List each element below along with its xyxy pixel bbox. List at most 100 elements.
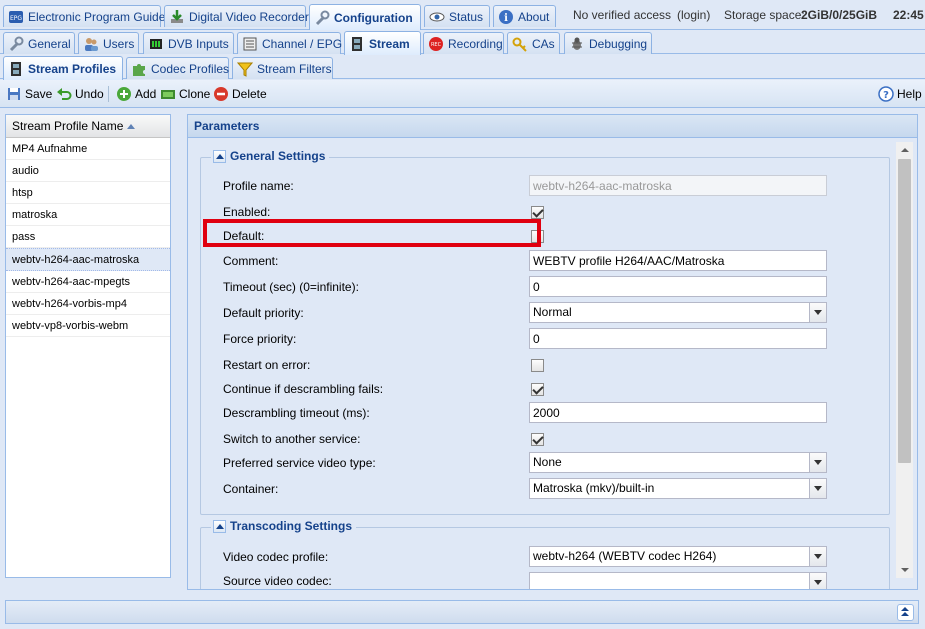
table-row[interactable]: matroska: [6, 204, 170, 226]
tab-label: DVB Inputs: [168, 36, 229, 51]
delete-label: Delete: [232, 87, 267, 101]
tab-cas[interactable]: CAs: [507, 32, 560, 54]
help-icon: ?: [878, 86, 894, 102]
epg-icon: EPG: [8, 9, 24, 25]
key-icon: [512, 36, 528, 52]
tab-stream[interactable]: Stream: [344, 31, 421, 55]
tab-dvr[interactable]: Digital Video Recorder: [164, 5, 309, 27]
tab-users[interactable]: Users: [78, 32, 139, 54]
tab-debugging[interactable]: Debugging: [564, 32, 652, 54]
bug-icon: [569, 36, 585, 52]
channel-icon: [242, 36, 258, 52]
tab-channel-epg[interactable]: Channel / EPG: [237, 32, 343, 54]
tab-stream-profiles[interactable]: Stream Profiles: [3, 56, 123, 80]
stream-tab-bar: Stream Profiles Codec Profiles Stream Fi…: [0, 55, 925, 80]
restart-checkbox[interactable]: [531, 359, 544, 372]
comment-field[interactable]: [529, 250, 827, 271]
chevron-down-icon[interactable]: [809, 479, 826, 498]
parameters-panel: Parameters General Settings Profile name…: [187, 114, 918, 590]
tab-general[interactable]: General: [3, 32, 75, 54]
continue-checkbox[interactable]: [531, 383, 544, 396]
profile-name-field[interactable]: [529, 175, 827, 196]
scroll-up-icon[interactable]: [896, 142, 913, 158]
descramble-timeout-label: Descrambling timeout (ms):: [223, 406, 370, 420]
main-tab-bar: EPG Electronic Program Guide Digital Vid…: [0, 0, 925, 30]
profile-name-label: Profile name:: [223, 179, 294, 193]
tab-about[interactable]: i About: [493, 5, 556, 27]
undo-button[interactable]: Undo: [56, 85, 104, 103]
params-scrollbar[interactable]: [896, 142, 913, 578]
tab-stream-filters[interactable]: Stream Filters: [232, 57, 333, 79]
tab-epg[interactable]: EPG Electronic Program Guide: [3, 5, 165, 27]
undo-label: Undo: [75, 87, 104, 101]
wrench-icon: [8, 36, 24, 52]
chevron-down-icon[interactable]: [809, 547, 826, 566]
table-row-selected[interactable]: webtv-h264-aac-matroska: [6, 248, 170, 271]
source-codec-label: Source video codec:: [223, 574, 332, 588]
clone-button[interactable]: Clone: [160, 85, 210, 103]
login-link[interactable]: (login): [677, 8, 710, 22]
tab-configuration[interactable]: Configuration: [309, 4, 421, 30]
tab-recording[interactable]: REC Recording: [423, 32, 504, 54]
chevron-down-icon[interactable]: [809, 573, 826, 589]
storage-value: 2GiB/0/25GiB: [801, 8, 878, 22]
video-type-label: Preferred service video type:: [223, 456, 376, 470]
eye-icon: [429, 9, 445, 25]
info-icon: i: [498, 9, 514, 25]
source-codec-select[interactable]: [529, 572, 827, 589]
tab-label: Recording: [448, 36, 503, 51]
switch-service-checkbox[interactable]: [531, 433, 544, 446]
help-button[interactable]: ? Help: [878, 85, 922, 103]
add-button[interactable]: Add: [116, 85, 156, 103]
table-row[interactable]: webtv-vp8-vorbis-webm: [6, 315, 170, 337]
collapse-icon[interactable]: [213, 149, 226, 163]
tab-dvb-inputs[interactable]: DVB Inputs: [143, 32, 234, 54]
select-value: Normal: [533, 305, 572, 319]
tab-label: Codec Profiles: [151, 61, 230, 76]
container-select[interactable]: Matroska (mkv)/built-in: [529, 478, 827, 499]
timeout-field[interactable]: [529, 276, 827, 297]
table-row[interactable]: webtv-h264-aac-mpegts: [6, 271, 170, 293]
grid-column-header[interactable]: Stream Profile Name: [6, 115, 170, 138]
transcoding-settings-legend: Transcoding Settings: [211, 519, 357, 533]
clock: 22:45: [893, 8, 924, 22]
expand-up-icon[interactable]: [897, 604, 914, 621]
table-row[interactable]: htsp: [6, 182, 170, 204]
scroll-thumb[interactable]: [898, 159, 911, 463]
collapse-icon[interactable]: [213, 519, 226, 533]
tab-label: About: [518, 9, 550, 24]
select-value: webtv-h264 (WEBTV codec H264): [533, 549, 717, 563]
default-priority-select[interactable]: Normal: [529, 302, 827, 323]
tab-label: Electronic Program Guide: [28, 9, 166, 24]
table-row[interactable]: webtv-h264-vorbis-mp4: [6, 293, 170, 315]
delete-button[interactable]: Delete: [213, 85, 267, 103]
switch-service-label: Switch to another service:: [223, 432, 361, 446]
save-button[interactable]: Save: [6, 85, 52, 103]
users-icon: [83, 36, 99, 52]
descramble-timeout-field[interactable]: [529, 402, 827, 423]
sort-asc-icon: [127, 123, 136, 129]
video-codec-select[interactable]: webtv-h264 (WEBTV codec H264): [529, 546, 827, 567]
video-type-select[interactable]: None: [529, 452, 827, 473]
table-row[interactable]: MP4 Aufnahme: [6, 138, 170, 160]
download-icon: [169, 9, 185, 25]
chevron-down-icon[interactable]: [809, 453, 826, 472]
tab-status[interactable]: Status: [424, 5, 490, 27]
chevron-down-icon[interactable]: [809, 303, 826, 322]
tab-label: Channel / EPG: [262, 36, 343, 51]
add-icon: [116, 86, 132, 102]
tab-label: Status: [449, 9, 484, 24]
enabled-checkbox[interactable]: [531, 206, 544, 219]
stream-profile-grid: Stream Profile Name MP4 Aufnahme audio h…: [5, 114, 171, 578]
tab-codec-profiles[interactable]: Codec Profiles: [126, 57, 229, 79]
tab-label: Debugging: [589, 36, 648, 51]
table-row[interactable]: audio: [6, 160, 170, 182]
toolbar-separator: [108, 86, 109, 102]
force-priority-field[interactable]: [529, 328, 827, 349]
container-label: Container:: [223, 482, 279, 496]
legend-title: Transcoding Settings: [230, 519, 353, 533]
scroll-down-icon[interactable]: [896, 562, 913, 578]
default-checkbox[interactable]: [531, 230, 544, 243]
svg-text:REC: REC: [431, 42, 442, 48]
table-row[interactable]: pass: [6, 226, 170, 248]
